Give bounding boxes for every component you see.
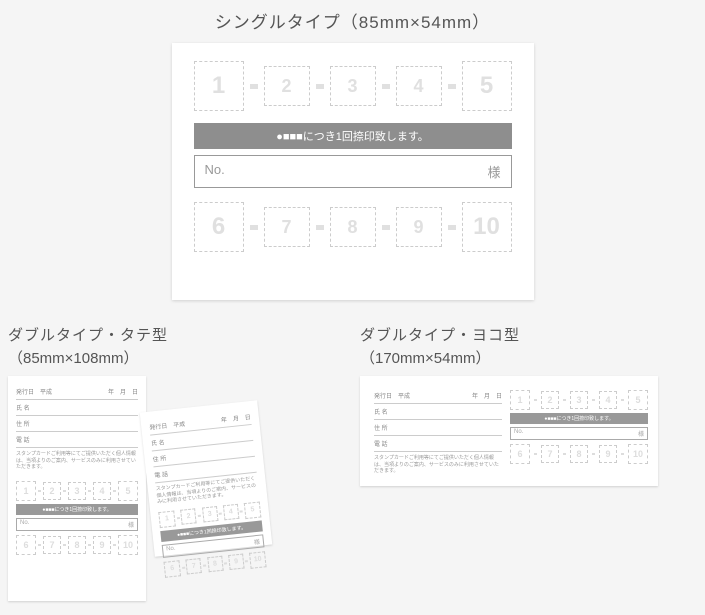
stamp-7: 7 <box>264 207 310 247</box>
vert-card-folded: 発行日 平成年月日 氏 名 住 所 電 話 スタンプカードご利用等にてご提供いた… <box>140 400 273 557</box>
vert-stamp-top: 1 2 3 4 5 <box>16 481 138 501</box>
stamp-5: 5 <box>462 61 512 111</box>
vert-card-flat: 発行日 平成年月日 氏 名 住 所 電 話 スタンプカードご利用等にてご提供いた… <box>8 376 146 601</box>
vert-stamp-bottom: 6 7 8 9 10 <box>16 535 138 555</box>
horiz-title1: ダブルタイプ・ヨコ型 <box>360 324 658 345</box>
vert-no: No.様 <box>16 518 138 531</box>
stamp-row-top: 1 2 3 4 5 <box>194 61 512 111</box>
vert-tel-line: 電 話 <box>16 432 138 448</box>
no-field: No. 様 <box>194 155 512 188</box>
vert-name-line: 氏 名 <box>16 400 138 416</box>
stamp-2: 2 <box>264 66 310 106</box>
horiz-card: 発行日 平成年月日 氏 名 住 所 電 話 スタンプカードご利用等にてご提供いた… <box>360 376 658 486</box>
no-label: No. <box>205 162 225 181</box>
vert-addr-line: 住 所 <box>16 416 138 432</box>
vert-note: スタンプカードご利用等にてご提供いただく個人情報は、当項よりのご案内、サービスの… <box>16 451 138 471</box>
stamp-9: 9 <box>396 207 442 247</box>
single-card: 1 2 3 4 5 ●■■■につき1回捺印致します。 No. 様 6 7 8 9… <box>172 43 534 300</box>
horiz-stamps: 1 2 3 4 5 ●■■■につき1回捺印致します。 No.様 6 7 8 9 … <box>508 384 650 478</box>
stamp-8: 8 <box>330 207 376 247</box>
stamp-3: 3 <box>330 66 376 106</box>
vert-title1: ダブルタイプ・タテ型 <box>8 324 288 345</box>
horiz-form: 発行日 平成年月日 氏 名 住 所 電 話 スタンプカードご利用等にてご提供いた… <box>368 384 508 478</box>
stamp-1: 1 <box>194 61 244 111</box>
stamp-10: 10 <box>462 202 512 252</box>
vert-title2: （85mm×108mm） <box>8 347 288 368</box>
punch-note-bar: ●■■■につき1回捺印致します。 <box>194 123 512 149</box>
sama-label: 様 <box>487 162 500 181</box>
horiz-title2: （170mm×54mm） <box>360 347 658 368</box>
stamp-row-bottom: 6 7 8 9 10 <box>194 202 512 252</box>
stamp-6: 6 <box>194 202 244 252</box>
single-title: シングルタイプ（85mm×54mm） <box>8 8 697 33</box>
stamp-4: 4 <box>396 66 442 106</box>
vert-date-line: 発行日 平成年月日 <box>16 384 138 400</box>
vert-bar: ●■■■につき1回捺印致します。 <box>16 504 138 515</box>
